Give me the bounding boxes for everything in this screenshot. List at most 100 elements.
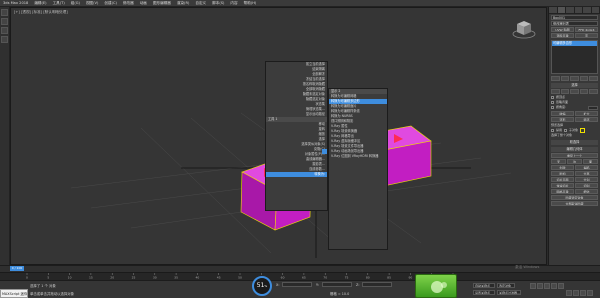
modifier-stack-item[interactable]: 可编辑多边形: [552, 41, 597, 46]
toolbar-button[interactable]: [1, 36, 8, 43]
fps-meter: 51%: [252, 276, 272, 296]
toolbar-button[interactable]: [1, 27, 8, 34]
polygon-mode-icon[interactable]: [579, 89, 589, 94]
modifier-list-dropdown[interactable]: 修改器列表: [551, 21, 598, 26]
menu-item[interactable]: 脚本(S): [209, 1, 227, 6]
hide-selected-button[interactable]: 隐藏选定对象: [551, 195, 598, 200]
turbosmooth-button[interactable]: 涡轮平滑: [551, 33, 574, 38]
time-slider-track[interactable]: [0, 265, 600, 272]
maxscript-listener[interactable]: MAXScript 迷你: [0, 289, 28, 298]
meshsmooth-button[interactable]: 网格平滑: [551, 189, 574, 194]
soft-selection-rollout[interactable]: 软选择: [551, 140, 598, 145]
y-coordinate-field[interactable]: [322, 282, 352, 287]
show-end-result-icon[interactable]: [560, 76, 570, 81]
time-slider[interactable]: 0 / 100: [10, 266, 24, 271]
x-coordinate-field[interactable]: [282, 282, 312, 287]
quickslice-button[interactable]: 快速切片: [551, 183, 574, 188]
constraint-none-button[interactable]: 无: [551, 159, 566, 164]
menu-item[interactable]: 3ds Max 2018: [0, 1, 31, 5]
toolbar-button[interactable]: [1, 9, 8, 16]
auto-key-button[interactable]: 自动关键点: [473, 283, 495, 288]
ffd-button[interactable]: FFD 4x4x4: [575, 27, 598, 32]
go-to-start-icon[interactable]: [530, 283, 536, 289]
ring-button[interactable]: 环形: [551, 117, 574, 122]
create-tab[interactable]: [549, 7, 558, 13]
utilities-tab[interactable]: [591, 7, 600, 13]
unhide-all-button[interactable]: 全部取消隐藏: [551, 201, 598, 206]
menu-item[interactable]: 自定义: [192, 1, 209, 6]
vertex-mode-icon[interactable]: [551, 89, 560, 94]
grow-button[interactable]: 扩大: [575, 111, 598, 116]
shell-button[interactable]: 壳: [575, 33, 598, 38]
menu-item[interactable]: 工具(T): [50, 1, 68, 6]
quad-menu-item[interactable]: V-Ray 位图到 VRayHDRI 转换器: [329, 154, 387, 159]
preview-off-radio[interactable]: [551, 129, 554, 132]
ignore-backfacing-checkbox[interactable]: [551, 101, 554, 104]
menu-item[interactable]: 帮助(H): [241, 1, 260, 6]
edit-geometry-rollout[interactable]: 编辑几何体: [551, 147, 598, 152]
angle-spinner[interactable]: [588, 105, 598, 110]
detach-button[interactable]: 分离: [575, 171, 598, 176]
green-logo-icon: [415, 274, 457, 298]
menu-item[interactable]: 修改器: [120, 1, 137, 6]
motion-tab[interactable]: [574, 7, 583, 13]
pin-stack-icon[interactable]: [551, 76, 560, 81]
menu-item[interactable]: 视图(V): [83, 1, 101, 6]
collapse-button[interactable]: 塌陷: [575, 165, 598, 170]
zoom-icon[interactable]: [566, 290, 572, 296]
uvw-map-button[interactable]: UVW 贴图: [551, 27, 574, 32]
toolbar-button[interactable]: [1, 18, 8, 25]
go-to-end-icon[interactable]: [558, 283, 564, 289]
object-color-swatch[interactable]: [580, 128, 585, 133]
menu-item[interactable]: 组(G): [68, 1, 83, 6]
viewcube-icon[interactable]: [512, 18, 536, 40]
next-frame-icon[interactable]: [551, 283, 557, 289]
configure-sets-icon[interactable]: [589, 76, 598, 81]
menu-item[interactable]: 创建(C): [101, 1, 120, 6]
repeat-last-button[interactable]: 重复上一个: [551, 153, 598, 158]
preview-subobj-radio[interactable]: [564, 129, 568, 132]
remove-modifier-icon[interactable]: [579, 76, 589, 81]
display-tab[interactable]: [583, 7, 592, 13]
timeline-tick-label: 45: [217, 276, 221, 280]
menu-item[interactable]: 渲染(R): [174, 1, 193, 6]
shrink-button[interactable]: 收缩: [551, 111, 574, 116]
timeline-tick-label: 80: [366, 276, 370, 280]
make-unique-icon[interactable]: [570, 76, 579, 81]
element-mode-icon[interactable]: [589, 89, 598, 94]
set-key-button[interactable]: 设置关键点: [473, 290, 495, 295]
create-button[interactable]: 创建: [551, 165, 574, 170]
key-filters-button[interactable]: 关键点过滤器...: [497, 290, 521, 295]
border-mode-icon[interactable]: [570, 89, 579, 94]
constraint-edge-button[interactable]: 边: [567, 159, 582, 164]
orbit-icon[interactable]: [580, 290, 586, 296]
menu-item[interactable]: 编辑(E): [31, 1, 49, 6]
previous-frame-icon[interactable]: [537, 283, 543, 289]
edge-mode-icon[interactable]: [560, 89, 570, 94]
selection-rollout[interactable]: 选择: [551, 83, 598, 88]
zoom-all-icon[interactable]: [573, 290, 579, 296]
timeline-tick-label: 40: [195, 276, 199, 280]
modify-tab[interactable]: [557, 7, 566, 13]
z-coordinate-field[interactable]: [362, 282, 392, 287]
menu-item[interactable]: 图形编辑器: [150, 1, 174, 6]
quad-menu-item[interactable]: 转换为:: [266, 172, 327, 177]
attach-button[interactable]: 附加: [551, 171, 574, 176]
by-vertex-checkbox[interactable]: [551, 96, 554, 99]
by-angle-checkbox[interactable]: [551, 106, 554, 109]
selected-dropdown[interactable]: 选定对象: [497, 283, 515, 288]
tessellate-button[interactable]: 细化: [575, 189, 598, 194]
maximize-viewport-icon[interactable]: [587, 290, 593, 296]
loop-button[interactable]: 循环: [575, 117, 598, 122]
modifier-stack[interactable]: 可编辑多边形: [551, 40, 598, 74]
cut-button[interactable]: 切割: [575, 183, 598, 188]
split-button[interactable]: 分割: [575, 177, 598, 182]
menu-item[interactable]: 动画: [137, 1, 150, 6]
hierarchy-tab[interactable]: [566, 7, 575, 13]
play-icon[interactable]: [544, 283, 550, 289]
slice-plane-button[interactable]: 切片平面: [551, 177, 574, 182]
constraint-face-button[interactable]: 面: [583, 159, 598, 164]
object-name-field[interactable]: Box001: [551, 15, 598, 20]
menu-item[interactable]: 内容: [227, 1, 240, 6]
timeline-ticks: 0510152025303540455055606570758085909510…: [26, 273, 455, 280]
